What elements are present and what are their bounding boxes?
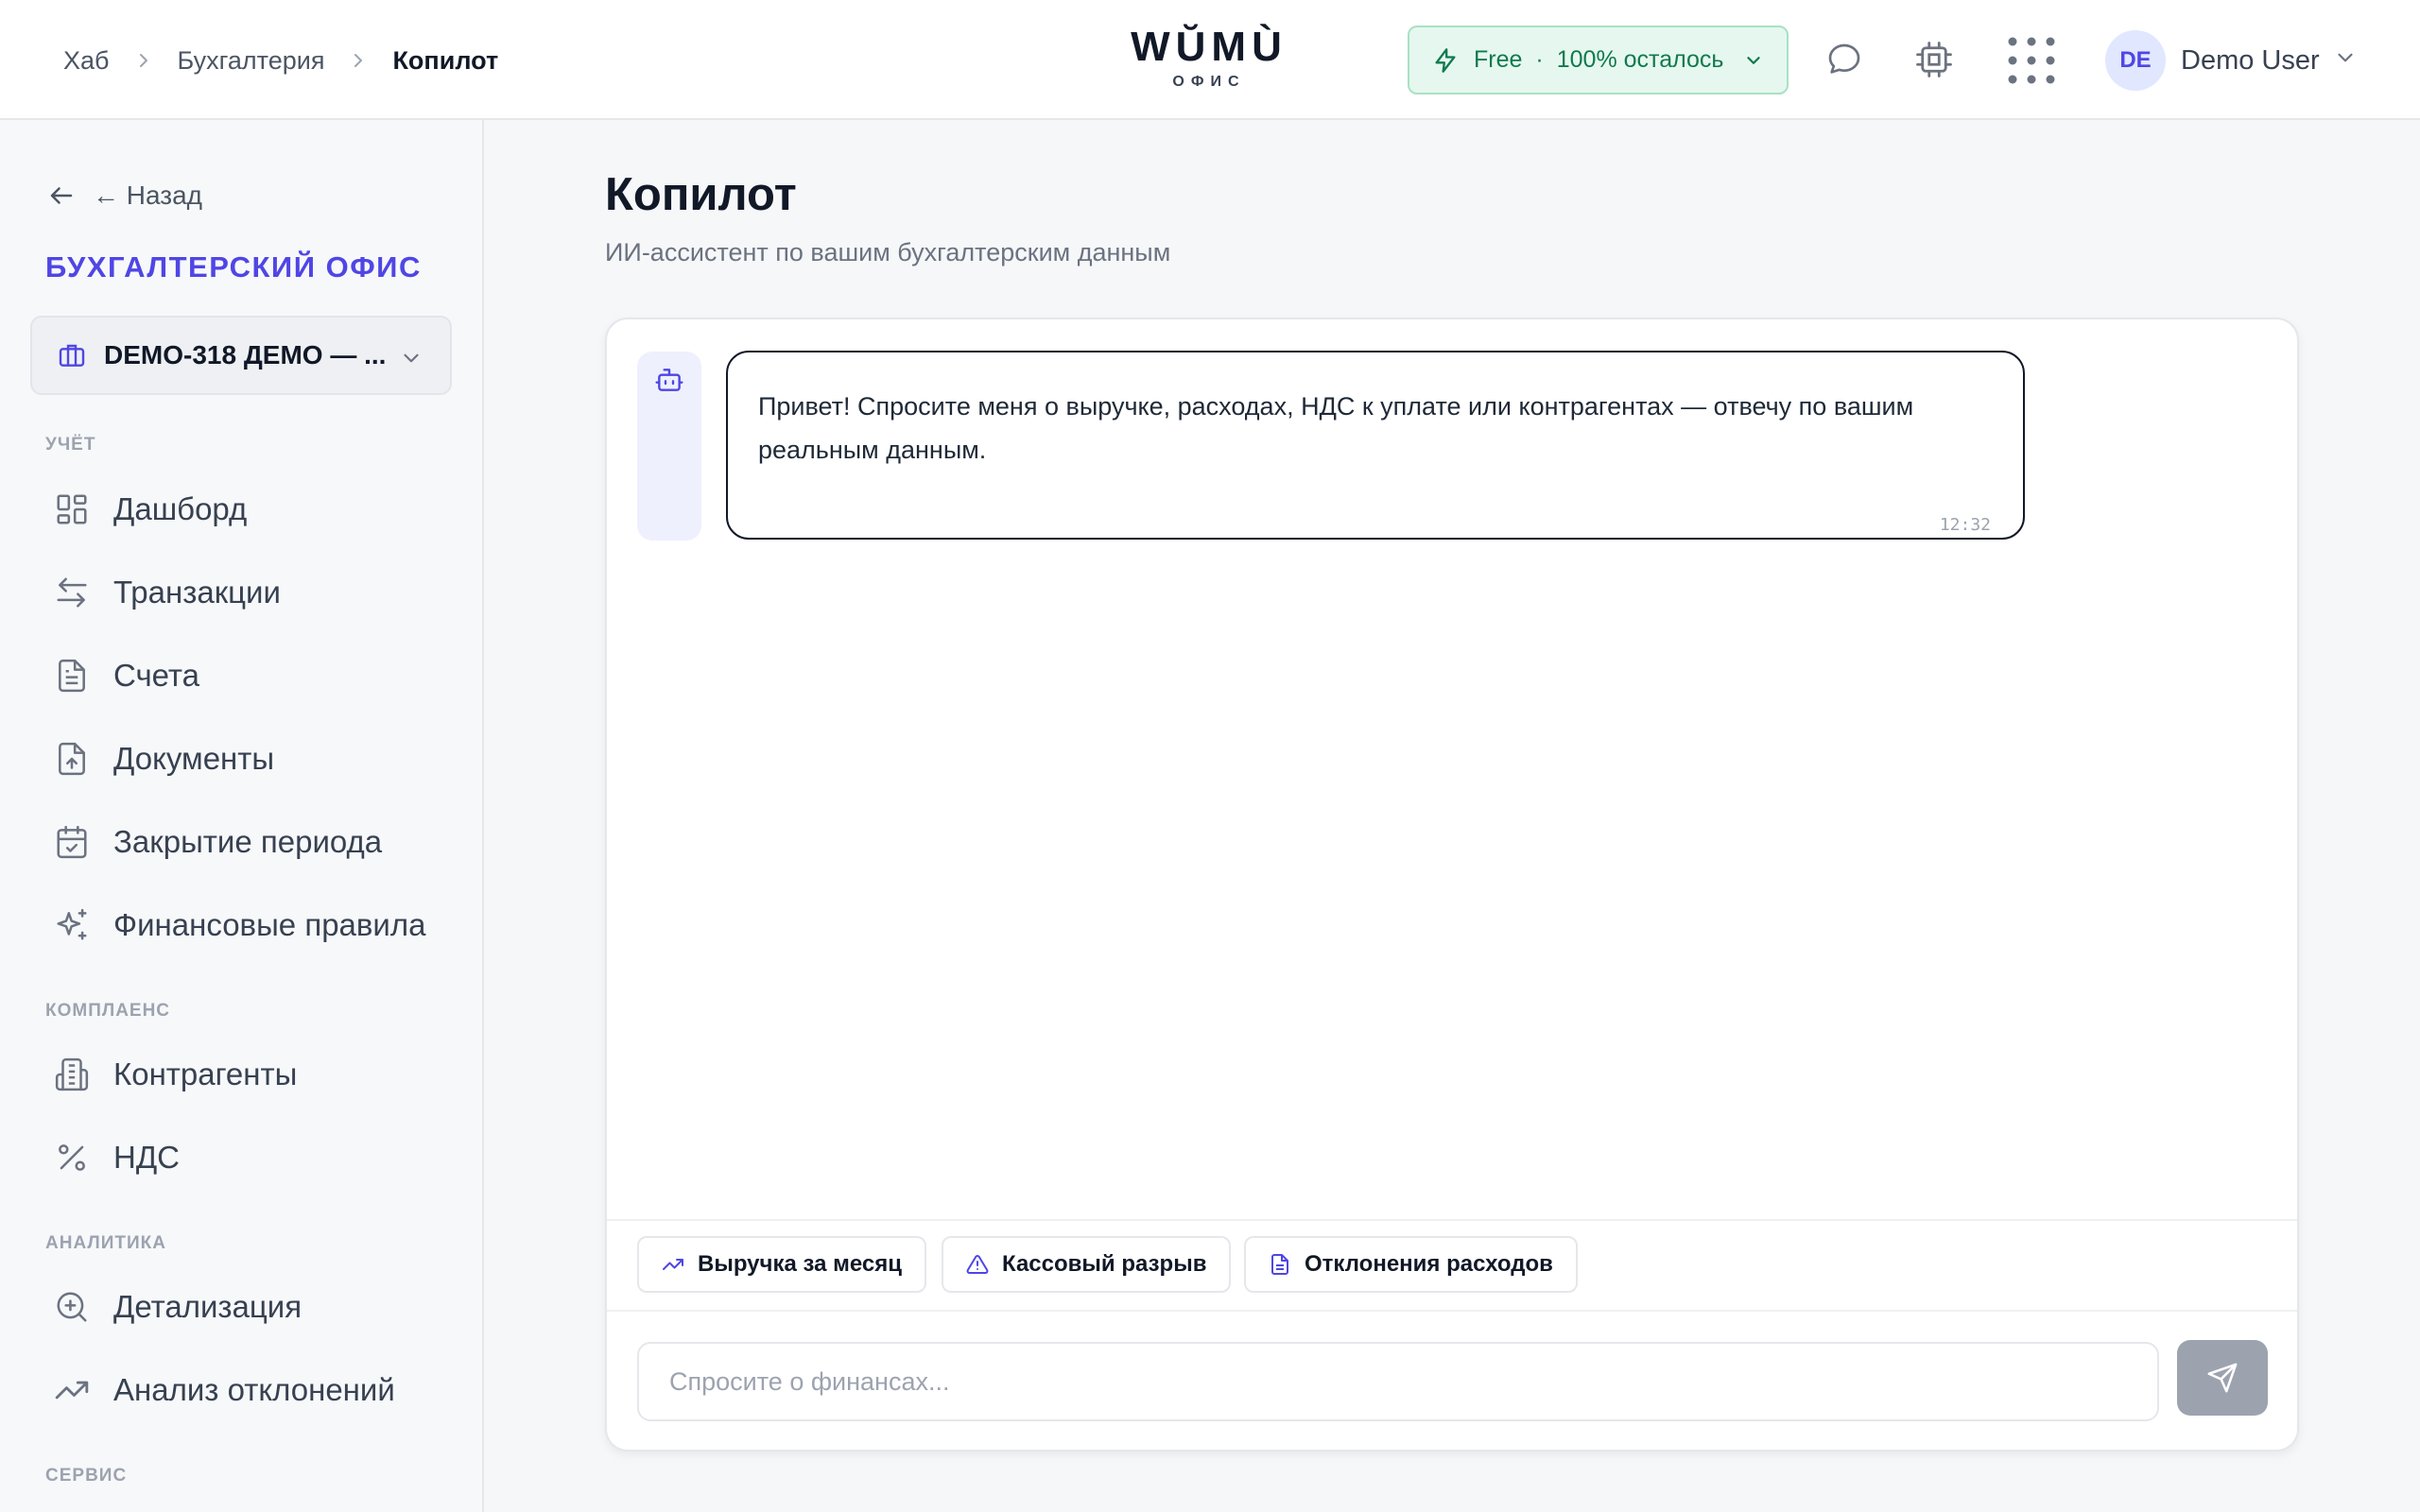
sidebar-item-label: Финансовые правила: [113, 907, 426, 942]
apps-grid-icon[interactable]: [2007, 36, 2056, 85]
sidebar-item-invoices[interactable]: Счета: [53, 647, 450, 704]
quick-action-revenue-button[interactable]: Выручка за месяц: [637, 1236, 926, 1293]
file-text-icon: [53, 657, 91, 695]
page-subtitle: ИИ-ассистент по вашим бухгалтерским данн…: [605, 238, 1171, 266]
section-service: СЕРВИС: [45, 1466, 128, 1486]
divider: [607, 1219, 2297, 1221]
sidebar-item-label: Детализация: [113, 1289, 302, 1324]
sidebar-item-label: НДС: [113, 1140, 181, 1175]
chevron-right-icon: [136, 53, 151, 68]
sidebar-item-label: Закрытие периода: [113, 824, 383, 859]
breadcrumb: Хаб Бухгалтерия Копилот: [63, 42, 498, 79]
assistant-avatar: [637, 352, 701, 541]
sidebar-item-dashboard[interactable]: Дашборд: [53, 481, 450, 538]
section-analytics: АНАЛИТИКА: [45, 1233, 166, 1253]
sidebar-item-label: Контрагенты: [113, 1057, 298, 1091]
building-icon: [53, 1056, 91, 1093]
alert-triangle-icon: [966, 1254, 989, 1274]
breadcrumb-current: Копилот: [392, 45, 499, 75]
logo-subtitle: ОФИС: [1172, 74, 1246, 90]
sidebar-item-documents[interactable]: Документы: [53, 730, 450, 787]
send-button[interactable]: [2177, 1340, 2268, 1416]
breadcrumb-hub[interactable]: Хаб: [63, 46, 110, 76]
send-icon: [2207, 1363, 2238, 1393]
dashboard-grid-icon: [53, 490, 91, 528]
top-header: Хаб Бухгалтерия Копилот WŬMÙ ОФИС Free ·…: [0, 0, 2420, 120]
message-text: Привет! Спросите меня о выручке, расхода…: [758, 392, 1914, 464]
quick-action-label: Выручка за месяц: [698, 1251, 902, 1277]
app-logo[interactable]: WŬMÙ ОФИС: [1131, 23, 1288, 91]
office-title: БУХГАЛТЕРСКИЙ ОФИС: [45, 250, 422, 284]
lightning-icon: [1432, 47, 1459, 74]
user-name[interactable]: Demo User: [2181, 42, 2320, 79]
chat-bubble-icon[interactable]: [1821, 36, 1868, 83]
cpu-chip-icon[interactable]: [1910, 36, 1958, 83]
page-title: Копилот: [605, 169, 797, 220]
file-text-icon: [1271, 1254, 1288, 1275]
assistant-message: Привет! Спросите меня о выручке, расхода…: [726, 351, 2025, 540]
plan-name: Free: [1474, 46, 1523, 73]
sidebar-item-finance-rules[interactable]: Финансовые правила: [53, 897, 450, 954]
plan-remaining: 100% осталось: [1556, 46, 1724, 73]
chevron-down-icon: [399, 346, 424, 375]
sidebar-item-label: Счета: [113, 658, 200, 693]
plan-badge[interactable]: Free · 100% осталось: [1408, 26, 1789, 94]
arrows-exchange-icon: [53, 574, 91, 611]
sidebar-item-label: Транзакции: [113, 575, 281, 610]
chevron-down-icon: [1743, 50, 1764, 77]
sparkles-icon: [53, 906, 91, 944]
bot-icon: [654, 365, 684, 541]
plan-separator: ·: [1535, 46, 1544, 73]
org-name: DEMO-318 ДЕМО — ...: [104, 340, 387, 369]
calendar-check-icon: [53, 823, 91, 861]
sidebar-item-variance[interactable]: Анализ отклонений: [53, 1362, 450, 1418]
section-compliance: КОМПЛАЕНС: [45, 1001, 171, 1021]
chat-input[interactable]: [637, 1342, 2159, 1421]
sidebar-item-label: Анализ отклонений: [113, 1372, 395, 1407]
back-link[interactable]: ← Назад: [47, 180, 202, 211]
section-accounting: УЧЁТ: [45, 435, 96, 455]
arrow-left-icon: [50, 187, 73, 204]
chevron-right-icon: [351, 53, 366, 68]
sidebar-item-period-close[interactable]: Закрытие периода: [53, 814, 450, 870]
percent-icon: [53, 1139, 91, 1177]
message-timestamp: 12:32: [1939, 515, 1991, 535]
sidebar-item-label: Дашборд: [113, 491, 248, 526]
zoom-in-icon: [53, 1288, 91, 1326]
divider: [607, 1310, 2297, 1312]
sidebar-item-drilldown[interactable]: Детализация: [53, 1279, 450, 1335]
quick-action-expense-variance-button[interactable]: Отклонения расходов: [1244, 1236, 1578, 1293]
chat-panel: Привет! Спросите меня о выручке, расхода…: [605, 318, 2299, 1452]
trending-up-icon: [663, 1259, 683, 1270]
sidebar-item-vat[interactable]: НДС: [53, 1129, 450, 1186]
file-upload-icon: [53, 740, 91, 778]
org-selector[interactable]: DEMO-318 ДЕМО — ...: [30, 316, 452, 395]
chevron-down-icon[interactable]: [2333, 45, 2358, 75]
sidebar-item-transactions[interactable]: Транзакции: [53, 564, 450, 621]
quick-action-cash-gap-button[interactable]: Кассовый разрыв: [942, 1236, 1232, 1293]
sidebar-item-counterparties[interactable]: Контрагенты: [53, 1046, 450, 1103]
logo-wordmark: WŬMÙ: [1131, 24, 1288, 70]
sidebar: ← Назад БУХГАЛТЕРСКИЙ ОФИС DEMO-318 ДЕМО…: [0, 120, 484, 1512]
quick-action-label: Отклонения расходов: [1305, 1251, 1553, 1277]
sidebar-item-label: Документы: [113, 741, 275, 776]
breadcrumb-accounting[interactable]: Бухгалтерия: [178, 46, 325, 76]
trending-up-icon: [53, 1371, 91, 1409]
avatar[interactable]: DE: [2105, 30, 2166, 91]
briefcase-icon: [57, 340, 87, 370]
back-label: ← Назад: [93, 180, 203, 210]
quick-action-label: Кассовый разрыв: [1002, 1251, 1207, 1277]
